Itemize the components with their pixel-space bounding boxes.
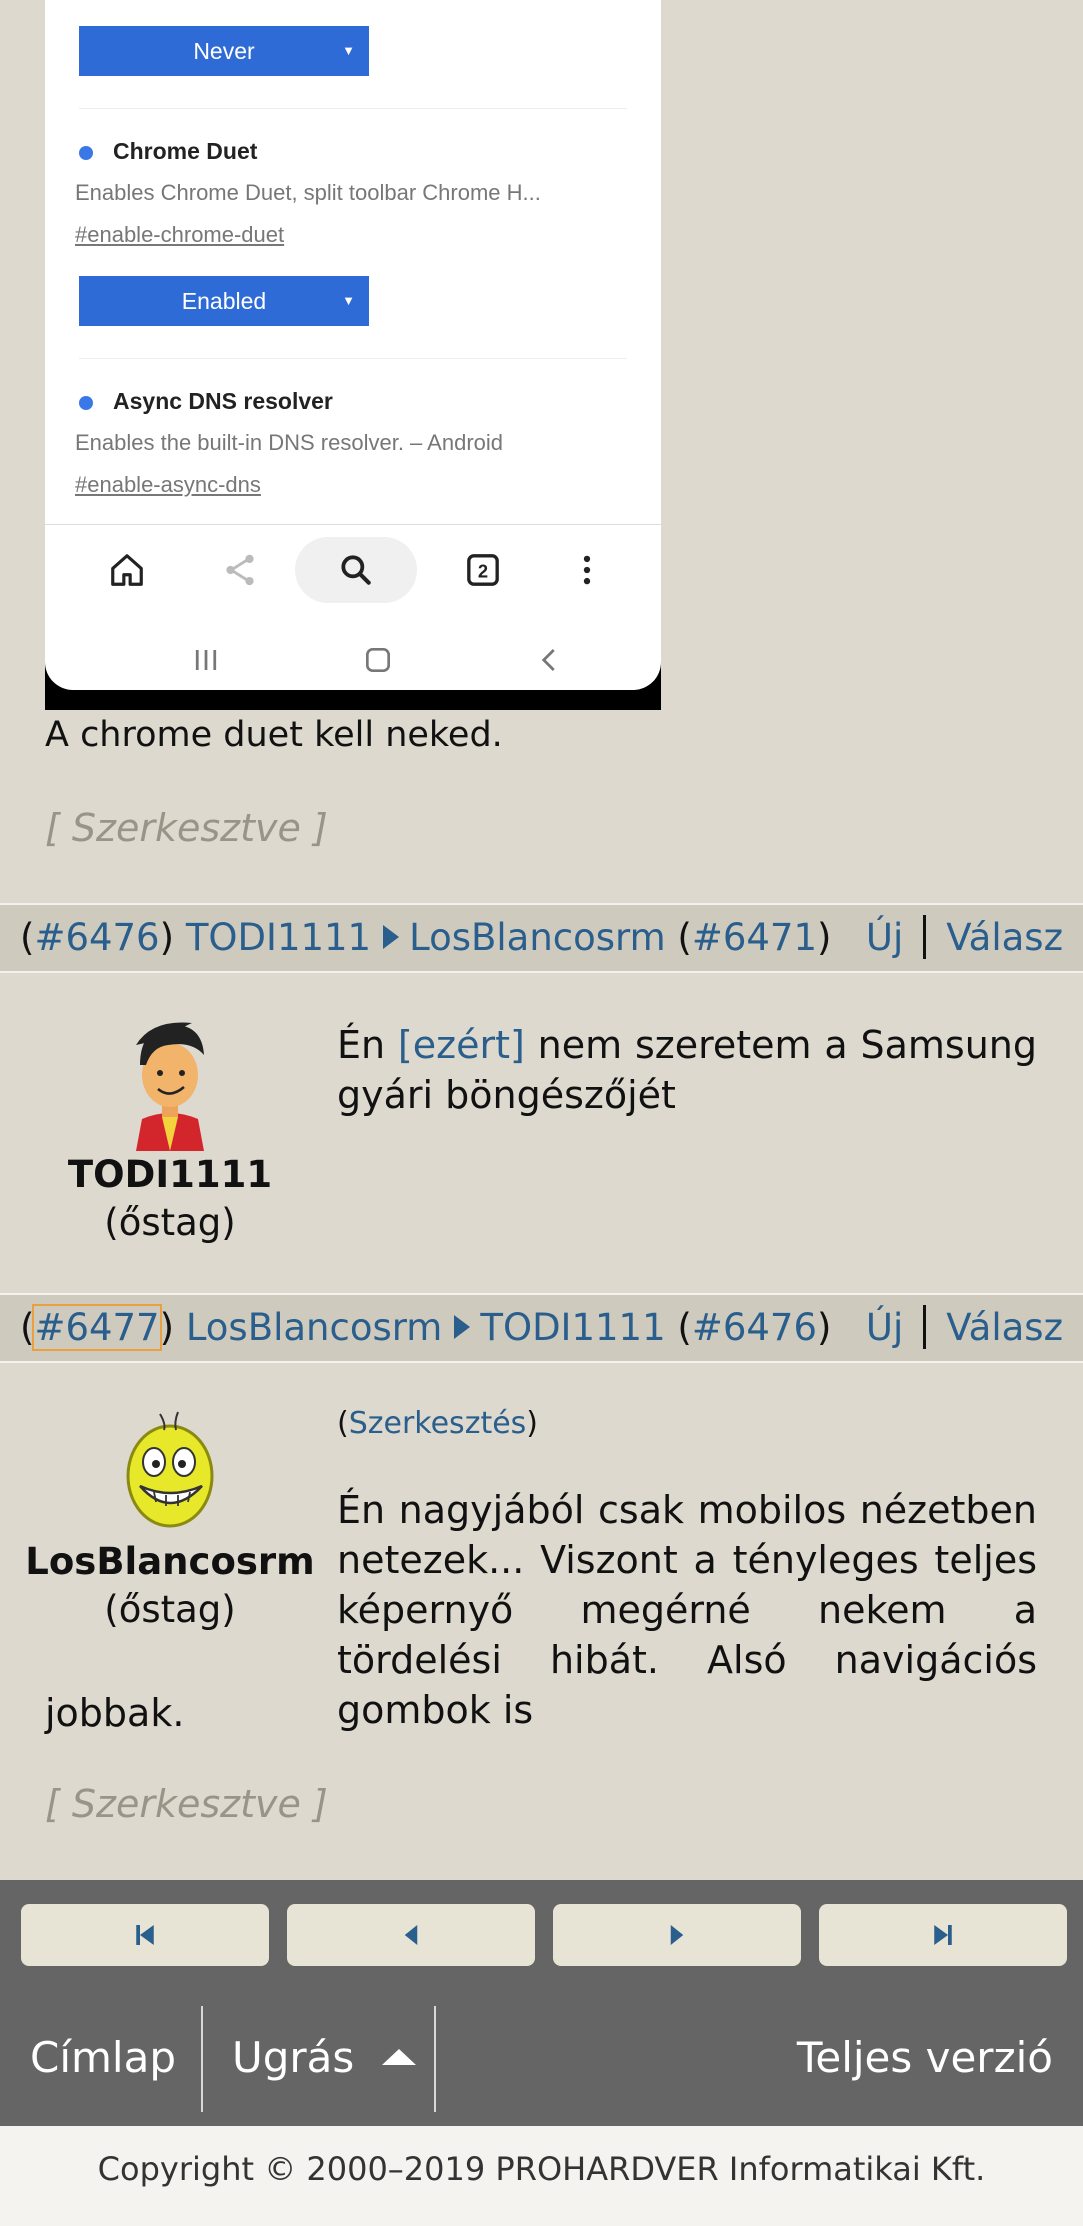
reply-to-link[interactable]: LosBlancosrm [409,916,666,959]
user-block: LosBlancosrm (őstag) [20,1408,320,1634]
footer: Copyright © 2000–2019 PROHARDVER Informa… [0,2126,1083,2226]
prev-page-icon [404,1925,418,1945]
caret-up-icon [381,2048,416,2065]
home-icon [97,540,157,600]
inline-link[interactable]: [ezért] [398,1023,525,1067]
flag-description: Enables Chrome Duet, split toolbar Chrom… [75,180,541,205]
next-page-button[interactable] [553,1904,801,1966]
user-name[interactable]: TODI1111 [20,1151,320,1199]
last-page-button[interactable] [819,1904,1067,1966]
author-link[interactable]: LosBlancosrm [186,1306,443,1349]
reply-id-link[interactable]: #6476 [692,1306,817,1349]
home-link[interactable]: Címlap [30,1990,176,2126]
reply-arrow-icon [454,1314,471,1339]
post-text: Én [337,1023,398,1067]
post-text: A chrome duet kell neked. [45,715,503,755]
tabs-icon: 2 [453,540,513,600]
user-block: TODI1111 (őstag) [20,1015,320,1247]
separator [923,914,927,959]
search-icon [326,540,386,600]
flag-dot-icon [79,146,93,160]
flag-select-value: Never [193,38,255,64]
home-square-icon [353,640,403,680]
user-name[interactable]: LosBlancosrm [20,1538,320,1586]
first-page-icon [136,1925,154,1945]
new-link[interactable]: Új [866,1306,903,1349]
post-header-left: (#6476) TODI1111 LosBlancosrm (#6471) [20,916,832,959]
edited-label: [ Szerkesztve ] [45,1782,328,1826]
post-body: Én [ezért] nem szeretem a Samsung gyári … [337,1020,1037,1120]
more-vert-icon [557,540,617,600]
jump-menu[interactable]: Ugrás [232,1990,416,2126]
flag-name: Async DNS resolver [113,388,333,414]
post-header-right: Új Válasz [866,1295,1063,1361]
reply-button[interactable]: Válasz [946,916,1063,959]
author-link[interactable]: TODI1111 [186,916,371,959]
flag-link: #enable-async-dns [75,472,261,497]
full-version-link[interactable]: Teljes verzió [797,1990,1053,2126]
post-text-tail: jobbak. [45,1691,185,1735]
prev-page-button[interactable] [287,1904,535,1966]
divider [79,108,627,109]
last-page-icon [934,1925,952,1945]
post-header: (#6477) LosBlancosrm TODI1111 (#6476) Új V… [0,1293,1083,1363]
flag-select-value: Enabled [181,288,267,314]
post-id-link[interactable]: #6477 [32,1304,162,1351]
new-link[interactable]: Új [866,916,903,959]
flag-name: Chrome Duet [113,138,258,164]
next-page-icon [670,1925,684,1945]
nav-divider [201,2006,203,2112]
reply-button[interactable]: Válasz [946,1306,1063,1349]
edited-label: [ Szerkesztve ] [45,806,328,850]
pagination-bar [0,1880,1083,1990]
post-body: Én nagyjából csak mobilos nézetben netez… [337,1488,1037,1732]
share-icon [210,540,270,600]
reply-to-link[interactable]: TODI1111 [480,1306,665,1349]
jump-label: Ugrás [232,2033,355,2082]
screenshot-screen: Never ▼ Chrome Duet Enables Chrome Duet,… [45,0,661,690]
avatar[interactable] [20,1015,320,1151]
recents-icon [181,640,231,680]
avatar[interactable] [20,1408,320,1532]
flag-select-enabled: Enabled ▼ [79,276,369,326]
dropdown-arrow-icon: ▼ [342,293,355,308]
first-page-button[interactable] [21,1904,269,1966]
flag-select-never: Never ▼ [79,26,369,76]
reply-arrow-icon [383,924,400,949]
user-rank: (őstag) [104,1588,236,1631]
post-id-link[interactable]: #6476 [34,916,159,959]
post-header-left: (#6477) LosBlancosrm TODI1111 (#6476) [20,1304,832,1351]
dropdown-arrow-icon: ▼ [342,43,355,58]
reply-id-link[interactable]: #6471 [692,916,817,959]
bottom-nav: Címlap Ugrás Teljes verzió [0,1990,1083,2126]
tab-count: 2 [478,561,488,582]
nav-divider [434,2006,436,2112]
divider [79,358,627,359]
separator [923,1304,927,1349]
embedded-screenshot: Never ▼ Chrome Duet Enables Chrome Duet,… [45,0,661,710]
post-header: (#6476) TODI1111 LosBlancosrm (#6471) Új V… [0,903,1083,973]
edit-link-wrap: (Szerkesztés) [337,1406,539,1441]
flag-description: Enables the built-in DNS resolver. – And… [75,430,504,455]
toolbar-divider [45,524,661,525]
copyright: Copyright © 2000–2019 PROHARDVER Informa… [97,2150,986,2188]
flag-link: #enable-chrome-duet [75,222,285,247]
back-icon [525,640,575,680]
user-rank: (őstag) [104,1201,236,1244]
flag-dot-icon [79,396,93,410]
post-header-right: Új Válasz [866,905,1063,971]
edit-link[interactable]: Szerkesztés [349,1406,527,1441]
